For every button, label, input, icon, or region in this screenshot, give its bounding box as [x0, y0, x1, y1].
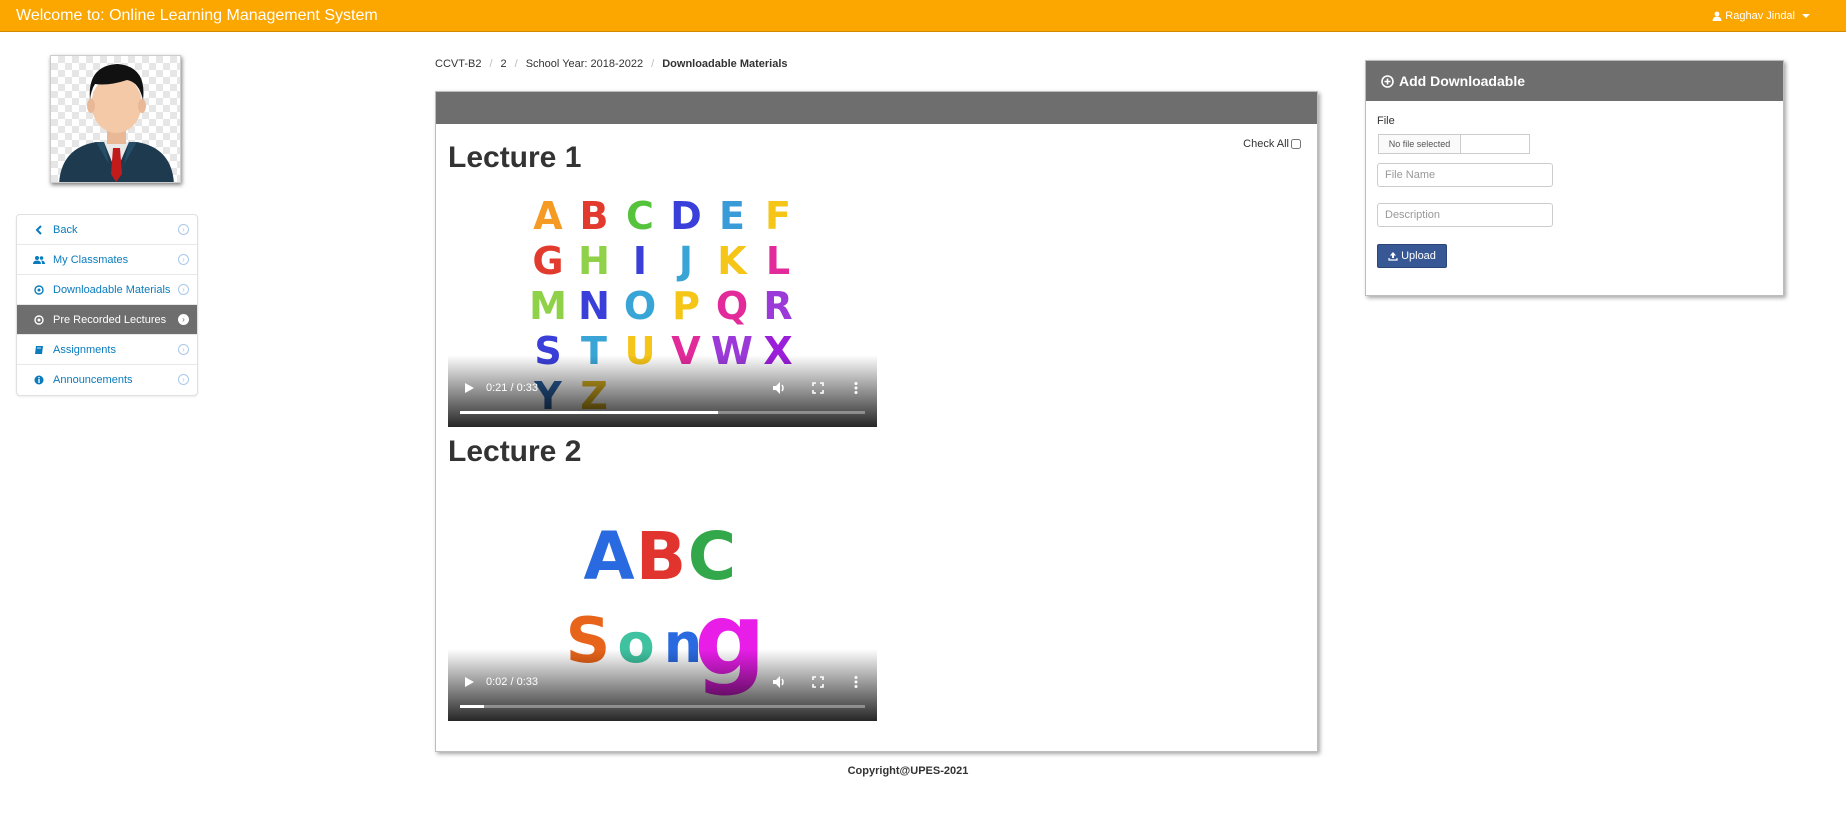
breadcrumb-separator: /	[489, 58, 493, 70]
video-frame-letter: O	[624, 284, 656, 328]
chevron-right-circle-icon: ›	[178, 284, 189, 295]
breadcrumb-item[interactable]: School Year: 2018-2022	[526, 58, 643, 70]
avatar	[50, 55, 181, 183]
user-menu[interactable]: Raghav Jindal	[1712, 10, 1810, 22]
fullscreen-icon[interactable]	[810, 674, 826, 690]
sidebar-item-downloadable-materials[interactable]: Downloadable Materials ›	[17, 275, 197, 305]
sidebar-item-label: Pre Recorded Lectures	[53, 313, 167, 326]
panel-title: Add Downloadable	[1399, 73, 1525, 89]
users-icon	[31, 255, 47, 265]
sidebar-item-label: Announcements	[53, 374, 133, 386]
more-options-icon[interactable]	[848, 674, 864, 690]
video-time: 0:21 / 0:33	[486, 382, 538, 394]
video-time: 0:02 / 0:33	[486, 676, 538, 688]
check-all-label: Check All	[1243, 138, 1289, 150]
video-progress-bar[interactable]	[460, 705, 865, 708]
video-frame-letter: B	[636, 518, 686, 595]
fullscreen-icon[interactable]	[810, 380, 826, 396]
download-circle-icon	[31, 284, 47, 295]
video-frame-letter: R	[763, 284, 792, 328]
lectures-panel: Check All Lecture 1 ABCDEFGHIJKLMNOPQRST…	[435, 91, 1318, 752]
panel-header: Add Downloadable	[1366, 61, 1783, 101]
user-icon	[1712, 11, 1722, 21]
chevron-right-circle-icon: ›	[178, 374, 189, 385]
sidebar-item-label: Downloadable Materials	[53, 283, 171, 296]
video-frame-letter: G	[532, 239, 563, 283]
file-name-field[interactable]	[1377, 163, 1553, 187]
breadcrumb-current: Downloadable Materials	[662, 58, 788, 70]
volume-icon[interactable]	[771, 380, 787, 396]
video-frame-letter: A	[583, 518, 634, 595]
user-name: Raghav Jindal	[1725, 10, 1795, 22]
sidebar-item-pre-recorded-lectures[interactable]: Pre Recorded Lectures ›	[17, 305, 197, 335]
user-avatar-image	[59, 64, 174, 182]
video-frame-letter: Q	[716, 284, 748, 328]
video-frame-letter: B	[580, 194, 609, 238]
video-frame-letter: J	[676, 239, 693, 283]
video-frame-letter: A	[533, 194, 563, 238]
video-player[interactable]: ABCDEFGHIJKLMNOPQRSTUVWXYZ 0:21 / 0:33	[448, 185, 877, 427]
sidebar-item-back[interactable]: Back ›	[17, 215, 197, 245]
lecture-title: Lecture 2	[448, 435, 582, 468]
video-frame-letter: E	[719, 194, 745, 238]
top-navbar: Welcome to: Online Learning Management S…	[0, 0, 1846, 32]
upload-icon	[1388, 252, 1398, 261]
upload-button[interactable]: Upload	[1377, 244, 1447, 268]
video-frame-letter: I	[633, 239, 647, 283]
download-circle-icon	[31, 314, 47, 325]
sidebar-item-my-classmates[interactable]: My Classmates ›	[17, 245, 197, 275]
breadcrumb-item[interactable]: 2	[501, 58, 507, 70]
panel-header	[436, 92, 1317, 124]
lecture-title: Lecture 1	[448, 141, 582, 174]
caret-down-icon	[1802, 14, 1810, 18]
description-field[interactable]	[1377, 203, 1553, 227]
sidebar-item-announcements[interactable]: Announcements ›	[17, 365, 197, 395]
book-icon	[31, 345, 47, 355]
sidebar-item-assignments[interactable]: Assignments ›	[17, 335, 197, 365]
file-label: File	[1377, 115, 1395, 127]
video-frame-letter: H	[578, 239, 610, 283]
video-progress-fill	[460, 411, 718, 414]
more-options-icon[interactable]	[848, 380, 864, 396]
video-frame-letter: F	[765, 194, 791, 238]
chevron-right-circle-icon: ›	[178, 314, 189, 325]
video-progress-bar[interactable]	[460, 411, 865, 414]
file-input[interactable]: No file selected	[1378, 134, 1530, 154]
upload-label: Upload	[1401, 250, 1436, 262]
video-frame-letter: K	[717, 239, 748, 283]
chevron-right-circle-icon: ›	[178, 344, 189, 355]
breadcrumb-item[interactable]: CCVT-B2	[435, 58, 481, 70]
footer-copyright: Copyright@UPES-2021	[847, 765, 969, 777]
sidebar-nav: Back › My Classmates › Downloadable Mate…	[16, 214, 198, 396]
video-frame-letter: L	[766, 239, 790, 283]
sidebar-item-label: Assignments	[53, 343, 116, 356]
video-progress-fill	[460, 705, 485, 708]
plus-circle-icon	[1381, 74, 1394, 88]
breadcrumb-separator: /	[651, 58, 655, 70]
video-frame-letter: C	[626, 194, 654, 238]
volume-icon[interactable]	[771, 674, 787, 690]
video-frame-letter: M	[529, 284, 567, 328]
sidebar-item-label: My Classmates	[53, 253, 129, 266]
video-controls: 0:21 / 0:33	[448, 367, 877, 427]
chevron-right-circle-icon: ›	[178, 224, 189, 235]
play-icon[interactable]	[462, 675, 476, 689]
breadcrumb-separator: /	[514, 58, 518, 70]
info-icon	[31, 375, 47, 385]
file-choose-button[interactable]: No file selected	[1379, 135, 1461, 153]
video-frame-letter: D	[670, 194, 702, 238]
chevron-right-circle-icon: ›	[178, 254, 189, 265]
app-title: Welcome to: Online Learning Management S…	[16, 7, 378, 24]
check-all: Check All	[1243, 138, 1301, 150]
chevron-left-icon	[31, 224, 47, 235]
video-player[interactable]: ABCSong 0:02 / 0:33	[448, 479, 877, 721]
play-icon[interactable]	[462, 381, 476, 395]
video-frame-letter: N	[578, 284, 610, 328]
breadcrumb: CCVT-B2 / 2 / School Year: 2018-2022 / D…	[435, 58, 788, 70]
sidebar-item-label: Back	[53, 223, 78, 236]
add-downloadable-panel: Add Downloadable File No file selected U…	[1365, 60, 1784, 296]
video-frame-letter: P	[672, 284, 700, 328]
check-all-checkbox[interactable]	[1291, 139, 1301, 149]
video-controls: 0:02 / 0:33	[448, 661, 877, 721]
